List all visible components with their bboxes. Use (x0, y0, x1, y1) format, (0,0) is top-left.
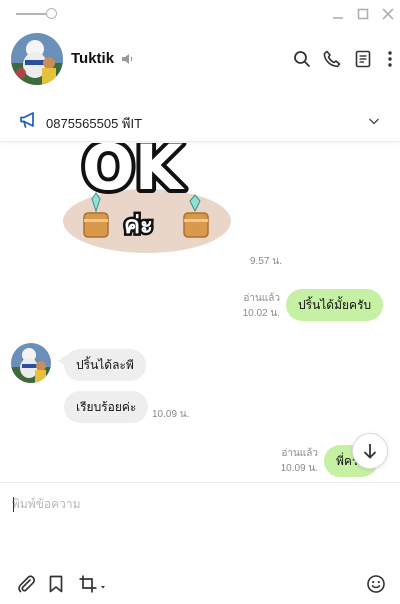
sticker-time: 9.57 น. (250, 256, 282, 267)
chat-header: Tuktik (0, 28, 400, 92)
my-message-bubble[interactable]: ปริ้นได้มั้ยครับ (286, 289, 384, 321)
opacity-slider-knob[interactable] (46, 8, 57, 19)
message-input[interactable] (12, 495, 388, 555)
notes-icon[interactable] (353, 49, 373, 69)
sticker-text-kha: ค่ะ (124, 211, 153, 239)
emoji-icon[interactable] (366, 574, 386, 594)
close-icon[interactable] (380, 6, 396, 22)
scroll-to-bottom-button[interactable] (352, 433, 388, 469)
message-list[interactable]: OK ค่ะ 9.57 น. อ่านแล้ว 10.02 น. ปริ้นได… (0, 143, 400, 481)
their-message-bubble[interactable]: ปริ้นได้ละพี (64, 349, 146, 381)
paperclip-icon[interactable] (16, 574, 36, 594)
text-caret (13, 497, 14, 512)
speaker-icon (122, 54, 133, 64)
maximize-icon[interactable] (355, 6, 371, 22)
chevron-down-icon[interactable] (367, 114, 381, 128)
crop-icon[interactable] (78, 574, 108, 594)
more-icon[interactable] (380, 49, 400, 69)
message-time: 10.09 น. (280, 463, 318, 474)
contact-avatar[interactable] (11, 33, 63, 85)
composer (0, 482, 400, 604)
phone-icon[interactable] (322, 49, 342, 69)
arrow-down-icon (363, 444, 377, 459)
bubble-tail (376, 299, 384, 311)
minimize-icon[interactable] (330, 6, 346, 22)
their-message-bubble[interactable]: เรียบร้อยค่ะ (64, 391, 149, 423)
announcement-text: 0875565505 พีIT (46, 116, 143, 131)
megaphone-icon (20, 112, 34, 128)
announcement-bar[interactable]: 0875565505 พีIT (0, 100, 400, 142)
window-titlebar (0, 0, 400, 28)
sender-avatar[interactable] (11, 343, 51, 383)
bookmark-icon[interactable] (46, 574, 66, 594)
ok-sticker[interactable]: OK ค่ะ (62, 143, 232, 261)
message-time: 10.09 น. (152, 409, 190, 420)
read-receipt: อ่านแล้ว (281, 448, 318, 459)
read-receipt: อ่านแล้ว (243, 293, 280, 304)
message-time: 10.02 น. (242, 308, 280, 319)
search-icon[interactable] (292, 49, 312, 69)
contact-name[interactable]: Tuktik (71, 50, 114, 67)
